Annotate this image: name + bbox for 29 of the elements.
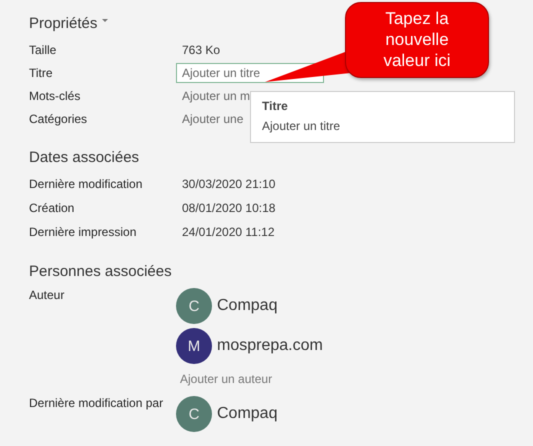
person-name[interactable]: mosprepa.com [217, 337, 323, 355]
date-label: Dernière modification [29, 177, 144, 191]
add-link[interactable]: Ajouter une [176, 112, 244, 126]
tooltip-text: Ajouter un titre [262, 119, 342, 133]
section-title: Propriétés [29, 14, 98, 32]
date-value: 30/03/2020 21:10 [181, 177, 276, 191]
caret-icon[interactable] [102, 19, 108, 23]
person-label: Auteur [29, 288, 66, 302]
person-name[interactable]: Compaq [217, 297, 278, 315]
date-value: 08/01/2020 10:18 [181, 201, 276, 215]
person-label: Dernière modification par [29, 396, 164, 410]
avatar[interactable]: M [176, 328, 212, 364]
property-label: Mots-clés [29, 88, 82, 102]
property-label: Catégories [29, 112, 88, 126]
add-author-link[interactable]: Ajouter un auteur [176, 372, 323, 386]
person-name[interactable]: Compaq [217, 405, 278, 423]
date-value: 24/01/2020 11:12 [181, 225, 275, 239]
callout: Tapez la nouvelle valeur ici [345, 2, 489, 78]
property-value: 763 Ko [181, 42, 220, 56]
date-label: Création [29, 201, 76, 215]
property-label: Titre [29, 66, 54, 80]
tooltip-title: Titre [262, 99, 289, 113]
date-label: Dernière impression [29, 225, 138, 239]
avatar[interactable]: C [176, 396, 212, 432]
avatar[interactable]: C [176, 288, 212, 324]
property-label: Taille [29, 42, 58, 56]
section-title: Dates associées [29, 148, 140, 166]
section-title: Personnes associées [29, 262, 172, 280]
add-link[interactable]: Ajouter un m [176, 88, 250, 102]
